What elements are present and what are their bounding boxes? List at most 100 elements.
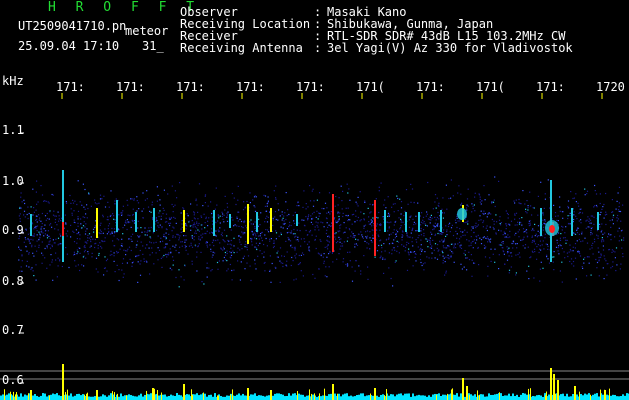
noise-dot (284, 212, 286, 214)
noise-dot (38, 231, 40, 233)
noise-dot (286, 251, 288, 253)
power-floor (142, 396, 144, 400)
noise-dot (562, 237, 565, 239)
noise-dot (65, 247, 67, 249)
power-floor (58, 395, 60, 400)
noise-dot (447, 245, 449, 247)
noise-dot (290, 230, 293, 232)
noise-dot (104, 206, 107, 208)
noise-dot (153, 242, 155, 244)
noise-dot (132, 208, 134, 210)
noise-dot (515, 232, 517, 234)
noise-dot (520, 239, 522, 241)
noise-dot (345, 227, 347, 229)
noise-dot (209, 244, 211, 246)
noise-dot (529, 191, 531, 193)
noise-dot (28, 240, 30, 242)
noise-dot (73, 241, 76, 243)
noise-dot (106, 233, 108, 235)
noise-dot (580, 219, 582, 221)
noise-dot (353, 236, 355, 238)
noise-dot (442, 245, 444, 247)
noise-dot (21, 254, 23, 256)
noise-dot (598, 251, 600, 253)
noise-dot (282, 217, 284, 219)
noise-dot (73, 210, 75, 212)
noise-dot (585, 227, 587, 229)
noise-dot (156, 200, 158, 202)
noise-dot (599, 193, 601, 195)
noise-dot (139, 235, 141, 237)
noise-dot (114, 219, 116, 221)
noise-dot (169, 222, 172, 224)
noise-dot (58, 243, 60, 245)
noise-dot (421, 250, 423, 252)
noise-dot (34, 226, 36, 228)
noise-dot (301, 252, 304, 254)
noise-dot (567, 205, 569, 208)
noise-dot (606, 263, 608, 265)
noise-dot (159, 241, 161, 243)
noise-dot (542, 229, 544, 231)
power-floor (200, 394, 202, 400)
noise-dot (576, 218, 578, 220)
noise-dot (401, 236, 403, 238)
noise-dot (368, 221, 370, 223)
noise-dot (431, 233, 433, 235)
noise-dot (463, 252, 465, 254)
power-floor (614, 394, 616, 400)
noise-dot (608, 248, 611, 251)
noise-dot (448, 258, 450, 260)
noise-dot (20, 192, 22, 194)
noise-dot (436, 197, 438, 199)
noise-dot (94, 226, 96, 229)
noise-dot (589, 226, 591, 228)
noise-dot (340, 245, 342, 247)
noise-dot (504, 263, 506, 265)
noise-dot (242, 227, 244, 229)
noise-dot (211, 256, 213, 258)
noise-dot (180, 241, 182, 243)
noise-dot (426, 213, 428, 215)
noise-dot (198, 230, 200, 232)
noise-dot (130, 226, 132, 228)
noise-dot (479, 237, 481, 239)
noise-dot (562, 226, 564, 228)
noise-dot (598, 275, 600, 277)
noise-dot (118, 269, 120, 271)
noise-dot (532, 240, 534, 242)
noise-dot (466, 198, 469, 200)
noise-dot (412, 245, 414, 247)
noise-dot (82, 256, 84, 258)
noise-dot (193, 222, 195, 224)
noise-dot (421, 212, 423, 214)
noise-dot (33, 255, 35, 257)
noise-dot (19, 270, 21, 272)
noise-dot (79, 269, 81, 272)
noise-dot (612, 250, 615, 252)
noise-dot (588, 220, 590, 222)
noise-dot (242, 232, 244, 234)
noise-dot (94, 199, 96, 201)
noise-dot (318, 229, 320, 231)
noise-dot (437, 244, 439, 246)
noise-dot (90, 239, 92, 241)
noise-dot (308, 241, 310, 243)
noise-dot (109, 254, 111, 256)
noise-dot (600, 211, 602, 213)
power-spike (270, 390, 272, 400)
noise-dot (293, 228, 295, 231)
noise-dot (600, 256, 602, 258)
noise-dot (190, 203, 192, 205)
noise-dot (70, 208, 72, 210)
noise-dot (376, 229, 378, 231)
noise-dot (555, 246, 558, 248)
noise-dot (178, 269, 180, 271)
noise-dot (449, 256, 451, 258)
noise-dot (149, 210, 151, 212)
noise-dot (131, 265, 133, 267)
noise-dot (161, 227, 163, 229)
noise-dot (569, 214, 571, 217)
noise-dot (299, 262, 301, 264)
noise-dot (140, 241, 142, 243)
